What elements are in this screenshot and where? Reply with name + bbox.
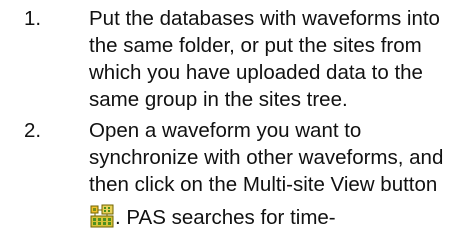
step-text-line: the same folder, or put the sites from xyxy=(89,34,422,57)
step-text-line: Open a waveform you want to xyxy=(89,119,362,142)
step-text-line: then click on the Multi-site View button xyxy=(89,173,438,196)
step-text-line: which you have uploaded data to the xyxy=(89,61,423,84)
step-text-line: . PAS searches for time- xyxy=(115,206,336,229)
step-text-line: synchronize with other waveforms, and xyxy=(89,146,444,169)
step-last-line: . PAS searches for time- xyxy=(89,203,336,231)
step-text-line: same group in the sites tree. xyxy=(89,88,348,111)
step-text-line: Put the databases with waveforms into xyxy=(89,7,440,30)
step-number: 1. xyxy=(24,7,42,30)
step-number: 2. xyxy=(24,119,42,142)
instructions-document: 1. Put the databases with waveforms into… xyxy=(0,0,475,240)
multi-site-view-icon xyxy=(89,203,115,229)
